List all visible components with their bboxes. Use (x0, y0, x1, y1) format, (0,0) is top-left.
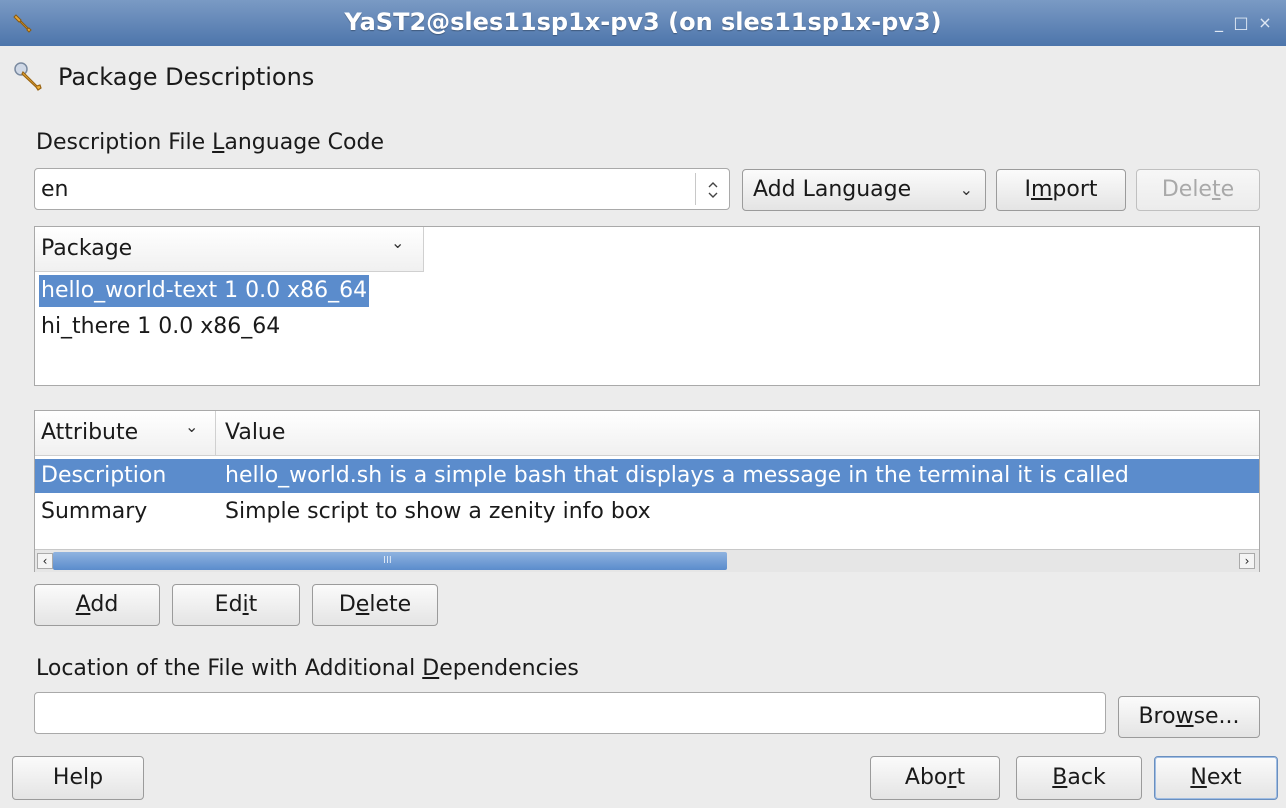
next-button[interactable]: Next (1154, 756, 1278, 800)
language-combo[interactable]: en (34, 168, 730, 210)
value-column-header[interactable]: Value (225, 417, 285, 449)
add-button[interactable]: Add (34, 584, 160, 626)
edit-button[interactable]: Edit (172, 584, 300, 626)
chevron-down-icon: ⌄ (959, 180, 973, 199)
package-row[interactable]: hello_world-text 1 0.0 x86_64 (39, 275, 370, 307)
dependencies-file-input[interactable] (34, 692, 1106, 734)
package-row[interactable]: hi_there 1 0.0 x86_64 (41, 311, 280, 343)
wrench-icon (12, 60, 46, 94)
table-row[interactable]: Description hello_world.sh is a simple b… (35, 459, 1259, 493)
page-title: Package Descriptions (58, 63, 315, 91)
window-title: YaST2@sles11sp1x-pv3 (on sles11sp1x-pv3) (344, 8, 942, 36)
value-cell: hello_world.sh is a simple bash that dis… (225, 463, 1129, 488)
combo-divider (695, 173, 696, 205)
attribute-column-header[interactable]: Attribute ⌄ (35, 411, 216, 455)
minimize-button[interactable]: _ (1210, 14, 1228, 32)
attribute-table[interactable]: Attribute ⌄ Value Description hello_worl… (34, 410, 1260, 572)
add-language-label: Add Language (753, 177, 912, 202)
maximize-button[interactable]: □ (1232, 14, 1250, 32)
attribute-cell: Description (41, 463, 167, 488)
abort-button[interactable]: Abort (870, 756, 1000, 800)
help-button[interactable]: Help (12, 756, 144, 800)
scroll-right-icon[interactable]: › (1239, 553, 1255, 569)
package-column-header[interactable]: Package ⌄ (35, 227, 424, 272)
attribute-cell: Summary (41, 499, 148, 524)
attribute-table-header: Attribute ⌄ Value (35, 411, 1259, 456)
delete-language-button[interactable]: Delete (1136, 169, 1260, 211)
table-row[interactable]: Summary Simple script to show a zenity i… (35, 495, 1259, 529)
dependencies-label: Location of the File with Additional Dep… (36, 656, 579, 681)
scroll-left-icon[interactable]: ‹ (37, 553, 53, 569)
delete-button[interactable]: Delete (312, 584, 438, 626)
close-button[interactable]: × (1256, 14, 1274, 32)
language-value: en (41, 177, 69, 202)
back-button[interactable]: Back (1016, 756, 1142, 800)
scrollbar-thumb[interactable]: III (53, 552, 727, 570)
language-label: Description File Language Code (36, 130, 385, 155)
chevron-down-icon: ⌄ (185, 417, 199, 436)
chevron-down-icon: ⌄ (391, 233, 405, 252)
value-cell: Simple script to show a zenity info box (225, 499, 651, 524)
add-language-button[interactable]: Add Language ⌄ (742, 169, 986, 211)
browse-button[interactable]: Browse... (1118, 696, 1260, 738)
title-bar: YaST2@sles11sp1x-pv3 (on sles11sp1x-pv3)… (0, 0, 1286, 46)
import-button[interactable]: Import (996, 169, 1126, 211)
updown-arrow-icon[interactable] (701, 175, 725, 205)
horizontal-scrollbar[interactable]: ‹ III › (35, 549, 1259, 572)
package-table[interactable]: Package ⌄ hello_world-text 1 0.0 x86_64 … (34, 226, 1260, 386)
